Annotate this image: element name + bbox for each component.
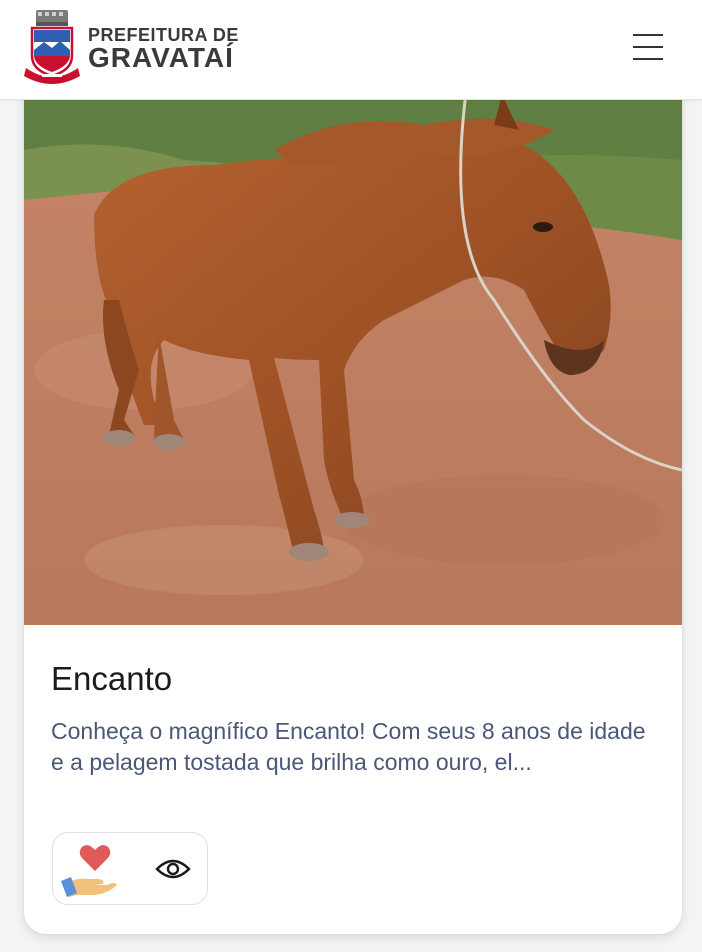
animal-card: Encanto Conheça o magnífico Encanto! Com…	[24, 40, 682, 934]
city-coat-of-arms-icon[interactable]	[24, 8, 82, 84]
site-brand[interactable]: PREFEITURA DE GRAVATAÍ	[88, 26, 239, 72]
animal-name[interactable]: Encanto	[51, 660, 172, 698]
brand-title-line2: GRAVATAÍ	[88, 42, 234, 73]
menu-bar-top	[633, 34, 663, 36]
heart-hand-adopt-icon[interactable]	[59, 841, 119, 897]
menu-bar-bottom	[633, 58, 663, 60]
brown-horse-photo[interactable]	[24, 40, 682, 625]
menu-bar-middle	[633, 46, 663, 48]
site-header: PREFEITURA DE GRAVATAÍ	[0, 0, 702, 100]
eye-icon[interactable]	[155, 855, 191, 883]
card-actions	[52, 832, 208, 905]
hamburger-menu-icon[interactable]	[630, 32, 666, 62]
animal-description: Conheça o magnífico Encanto! Com seus 8 …	[51, 718, 646, 775]
